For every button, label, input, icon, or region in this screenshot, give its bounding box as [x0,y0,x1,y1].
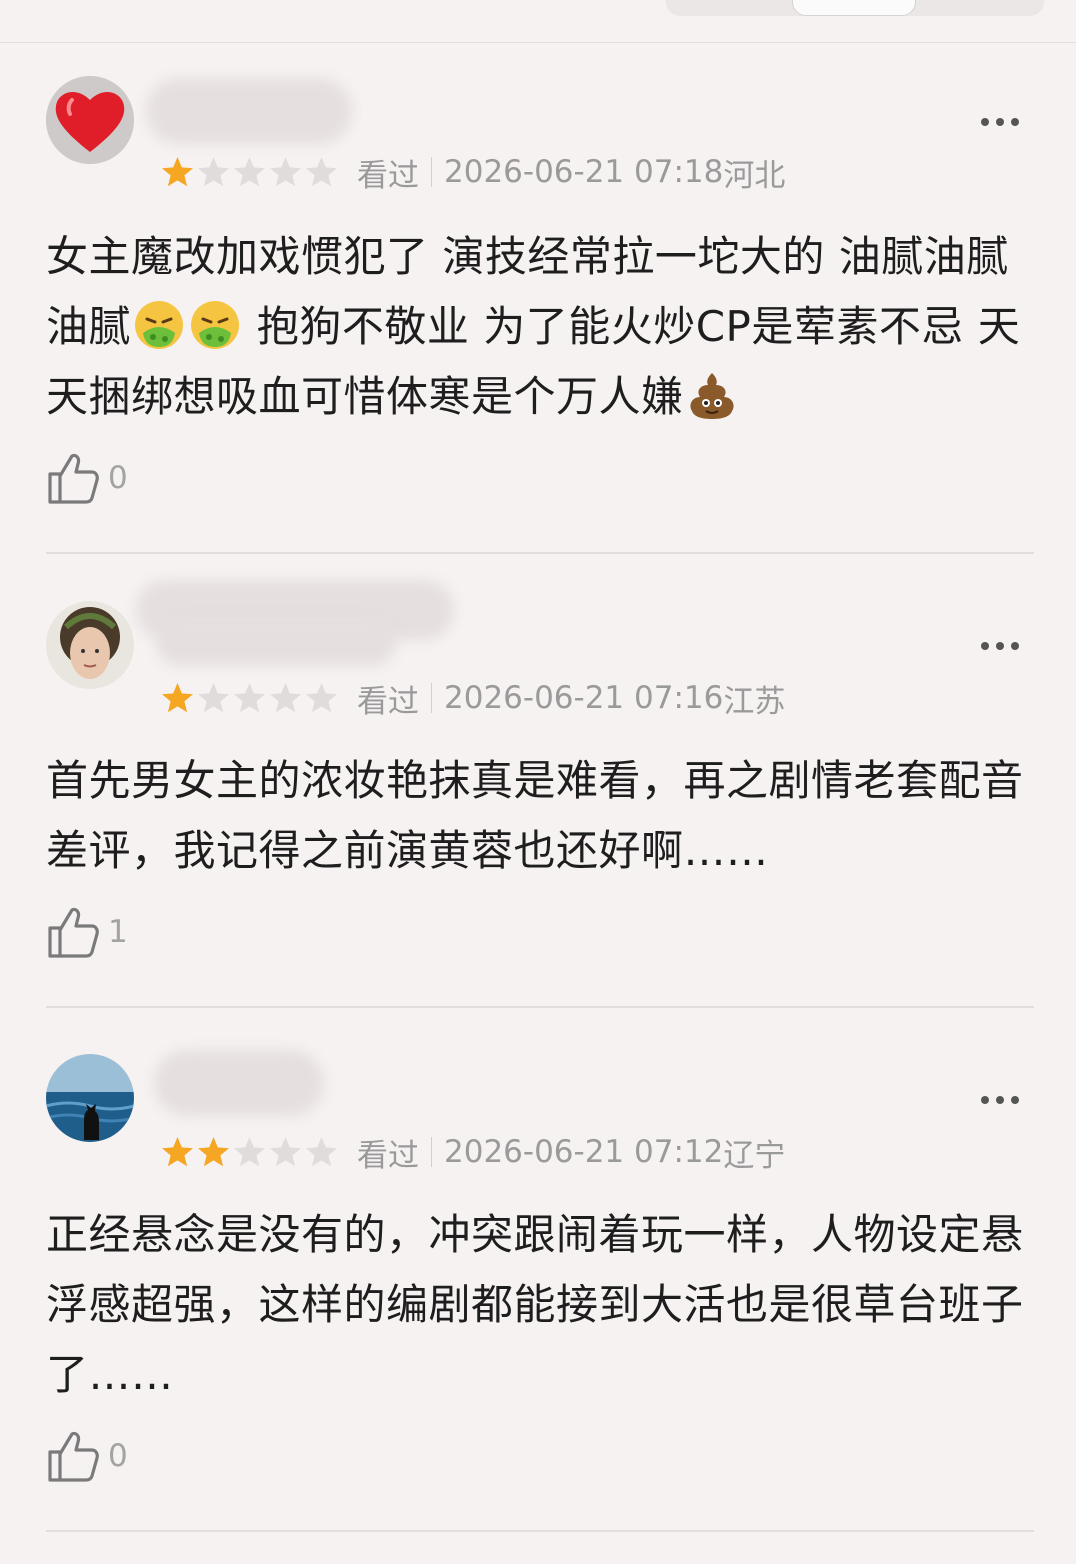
nauseated-face-emoji [135,301,184,349]
divider [46,1530,1034,1532]
review-datetime: 2026-06-21 07:12 [444,1134,724,1170]
watched-status: 看过 [357,1137,419,1174]
thumbs-up-icon [48,453,99,504]
like-count: 0 [108,460,128,496]
portrait-avatar-image [46,601,134,689]
pile-of-poo-emoji [689,373,734,419]
avatar[interactable] [46,1054,134,1142]
star-icon [198,156,229,186]
thumbs-up-icon [48,1431,99,1482]
star-rating [160,1135,339,1170]
more-dot [996,642,1004,650]
more-options-button[interactable] [974,634,1026,658]
review-meta: 看过 2026-06-21 07:12 辽宁 [160,1132,786,1174]
star-icon [162,1136,193,1166]
review-meta: 看过 2026-06-21 07:16 江苏 [160,678,786,720]
thumbs-up-icon [48,907,99,958]
more-dot [996,118,1004,126]
more-dot [1011,642,1019,650]
watched-status: 看过 [357,683,419,720]
like-button[interactable]: 0 [46,450,128,506]
star-rating [160,681,339,716]
username-blurred[interactable] [156,618,396,666]
star-icon [162,682,193,712]
star-rating [160,155,339,190]
more-dot [996,1096,1004,1104]
star-icon [306,156,337,186]
avatar[interactable] [46,601,134,689]
like-button[interactable]: 0 [46,1428,128,1484]
heart-avatar-image [46,76,134,164]
nauseated-face-emoji [191,301,240,349]
like-count: 0 [108,1438,128,1474]
review-location: 辽宁 [723,1137,786,1174]
star-icon [234,156,265,186]
more-options-button[interactable] [974,110,1026,134]
star-icon [306,1136,337,1166]
sea-cat-avatar-image [46,1054,134,1142]
more-dot [1011,1096,1019,1104]
star-icon [234,682,265,712]
like-count: 1 [108,914,128,950]
review-datetime: 2026-06-21 07:18 [444,154,724,190]
divider [46,552,1034,554]
more-dot [1011,118,1019,126]
star-icon [198,1136,229,1166]
top-bar [0,0,1076,43]
more-options-button[interactable] [974,1088,1026,1112]
more-dot [981,118,989,126]
more-dot [981,642,989,650]
meta-separator [431,683,432,713]
username-blurred[interactable] [154,1050,324,1116]
review-location: 河北 [723,157,786,194]
review-datetime: 2026-06-21 07:16 [444,680,724,716]
avatar[interactable] [46,76,134,164]
review-text: 首先男女主的浓妆艳抹真是难看，再之剧情老套配音差评，我记得之前演黄蓉也还好啊…… [46,756,1024,875]
watched-status: 看过 [357,157,419,194]
review-text: 女主魔改加戏惯犯了 演技经常拉一坨大的 油腻油腻油腻 抱狗不敬业 为了能火炒CP… [46,222,1038,432]
star-icon [270,682,301,712]
meta-separator [431,157,432,187]
star-icon [306,682,337,712]
star-icon [198,682,229,712]
star-icon [270,156,301,186]
segmented-control-active-tab[interactable] [792,0,916,16]
star-icon [270,1136,301,1166]
divider [46,1006,1034,1008]
star-icon [234,1136,265,1166]
meta-separator [431,1137,432,1167]
star-icon [162,156,193,186]
review-location: 江苏 [723,683,786,720]
like-button[interactable]: 1 [46,904,128,960]
review-text: 正经悬念是没有的，冲突跟闹着玩一样，人物设定悬浮感超强，这样的编剧都能接到大活也… [46,1210,1024,1399]
review-meta: 看过 2026-06-21 07:18 河北 [160,152,786,194]
more-dot [981,1096,989,1104]
username-blurred[interactable] [146,78,352,144]
